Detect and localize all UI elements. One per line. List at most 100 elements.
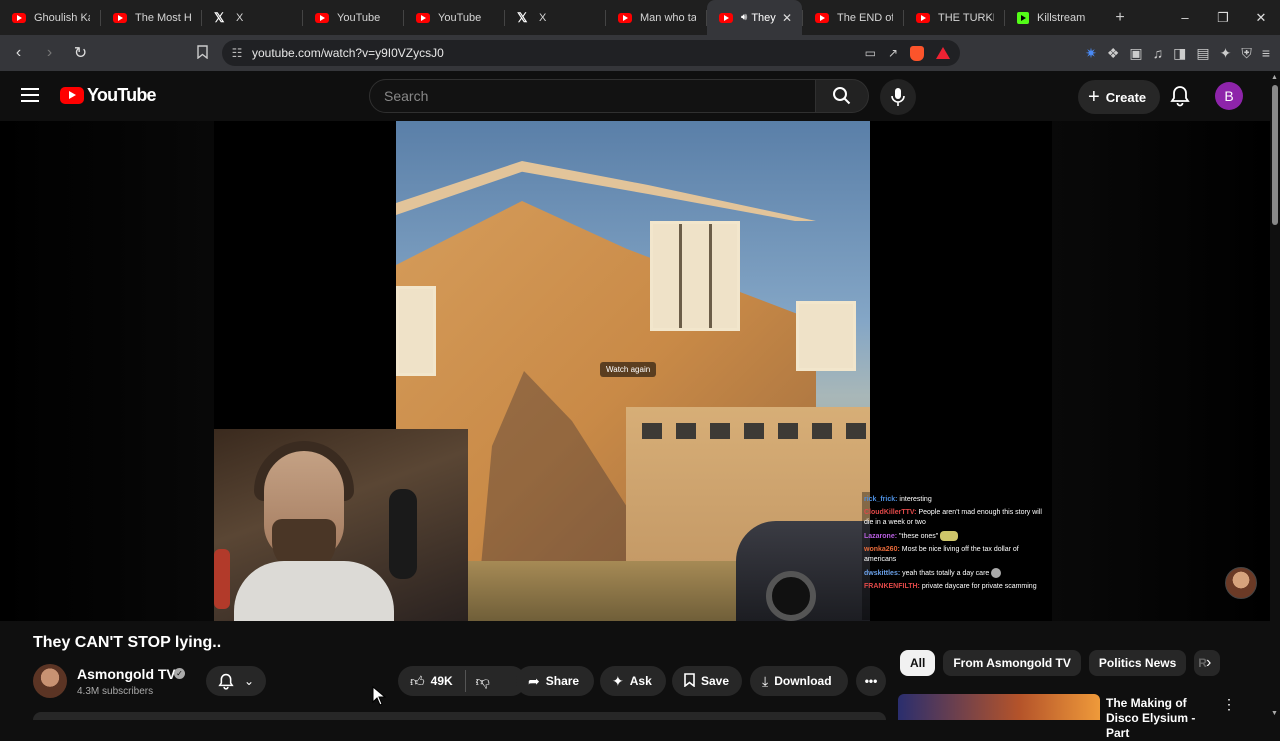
tab-label: THE TURKEY bbox=[938, 11, 994, 24]
more-actions-button[interactable]: ••• bbox=[856, 666, 886, 696]
like-count[interactable]: 49K bbox=[431, 674, 453, 688]
search-input[interactable] bbox=[370, 80, 815, 112]
watch-again-overlay[interactable]: Watch again bbox=[600, 362, 657, 377]
extension-icons: ✷ ❖ ▣ ♫ ◨ ▤ ✦ ⛨ ≡ bbox=[1085, 35, 1270, 71]
ask-label: Ask bbox=[629, 674, 652, 688]
bell-icon bbox=[218, 673, 234, 690]
save-label: Save bbox=[701, 674, 730, 688]
youtube-logo[interactable]: YouTube bbox=[60, 85, 157, 106]
url-text[interactable]: youtube.com/watch?v=y9I0VZycsJ0 bbox=[252, 46, 444, 60]
share-page-icon[interactable]: ↗ bbox=[888, 46, 898, 60]
menu-icon[interactable]: ≡ bbox=[1262, 45, 1270, 61]
chat-username: FRANKENFILTH: bbox=[864, 582, 920, 590]
address-bar[interactable]: ☷ youtube.com/watch?v=y9I0VZycsJ0 ▭ ↗ bbox=[222, 40, 960, 66]
voice-search-button[interactable] bbox=[880, 79, 916, 115]
screenshot-icon[interactable]: ▣ bbox=[1129, 45, 1142, 62]
music-icon[interactable]: ♫ bbox=[1153, 45, 1164, 61]
browser-tab[interactable]: The END of bbox=[803, 0, 903, 35]
more-vertical-icon[interactable]: ⋮ bbox=[1222, 696, 1236, 713]
channel-avatar[interactable] bbox=[33, 664, 67, 698]
thumbs-down-icon[interactable]: 👎︎ bbox=[476, 673, 490, 690]
chat-username: wonka260: bbox=[864, 545, 900, 553]
ask-button[interactable]: ✦ Ask bbox=[600, 666, 666, 696]
restore-button[interactable]: ❐ bbox=[1204, 10, 1242, 26]
scrollbar-thumb[interactable] bbox=[1272, 85, 1278, 225]
leo-icon[interactable]: ✦ bbox=[1220, 45, 1232, 62]
minimize-button[interactable]: – bbox=[1166, 10, 1204, 25]
share-icon: ➦ bbox=[528, 672, 540, 689]
youtube-favicon-icon bbox=[719, 12, 733, 23]
sparkle-icon: ✦ bbox=[612, 672, 624, 689]
account-avatar[interactable]: B bbox=[1215, 82, 1243, 110]
chevron-right-icon[interactable]: › bbox=[1206, 654, 1211, 672]
vpn-icon[interactable]: ⛨ bbox=[1241, 45, 1252, 62]
chat-username: dwskittles: bbox=[864, 569, 901, 577]
browser-tab[interactable]: 𝕏X bbox=[202, 0, 302, 35]
back-button[interactable]: ‹ bbox=[6, 44, 31, 62]
chat-text: "these ones" bbox=[899, 532, 939, 540]
create-button[interactable]: + Create bbox=[1078, 80, 1161, 114]
browser-tab-active[interactable]: 🔊︎ They ✕ bbox=[707, 0, 802, 35]
extension-icon[interactable]: ✷ bbox=[1085, 45, 1097, 62]
filter-chip[interactable]: All bbox=[900, 650, 936, 676]
tab-label: X bbox=[539, 11, 547, 24]
floating-channel-avatar[interactable] bbox=[1225, 567, 1257, 599]
new-tab-button[interactable]: + bbox=[1105, 9, 1135, 27]
speaker-icon[interactable]: 🔊︎ bbox=[741, 12, 747, 23]
browser-tab[interactable]: YouTube bbox=[404, 0, 504, 35]
brave-rewards-icon[interactable] bbox=[936, 47, 950, 59]
install-app-icon[interactable]: ▭ bbox=[865, 46, 876, 60]
browser-tab[interactable]: THE TURKEY bbox=[904, 0, 1004, 35]
channel-name[interactable]: Asmongold TV bbox=[77, 666, 176, 682]
scroll-down-icon[interactable]: ▼ bbox=[1271, 710, 1278, 717]
window-controls: – ❐ ✕ bbox=[1166, 0, 1280, 35]
player-ambient-left bbox=[0, 121, 214, 621]
recommendation-title[interactable]: The Making of Disco Elysium - Part bbox=[1106, 696, 1216, 741]
page-scrollbar[interactable]: ▲ ▼ bbox=[1270, 71, 1280, 720]
reload-button[interactable]: ↻ bbox=[68, 43, 93, 63]
chat-username: CloudKillerTTV: bbox=[864, 509, 917, 516]
chat-message: CloudKillerTTV: People aren't mad enough… bbox=[864, 508, 1050, 528]
chat-text: yeah thats totally a day care bbox=[902, 569, 990, 577]
site-settings-icon[interactable]: ☷ bbox=[222, 46, 252, 60]
notifications-bell-icon[interactable] bbox=[1170, 85, 1190, 112]
browser-tab[interactable]: 𝕏X bbox=[505, 0, 605, 35]
chat-username: Lazarone: bbox=[864, 532, 898, 540]
brave-shields-icon[interactable] bbox=[910, 45, 924, 61]
guide-menu-icon[interactable] bbox=[21, 88, 39, 102]
youtube-favicon-icon bbox=[815, 12, 829, 23]
download-label: Download bbox=[774, 674, 832, 688]
filter-chip[interactable]: From Asmongold TV bbox=[943, 650, 1081, 676]
browser-tab[interactable]: YouTube bbox=[303, 0, 403, 35]
forward-button[interactable]: › bbox=[37, 44, 62, 62]
scroll-up-icon[interactable]: ▲ bbox=[1271, 74, 1278, 81]
download-button[interactable]: ⤓ Download bbox=[750, 666, 848, 696]
wallet-icon[interactable]: ▤ bbox=[1196, 45, 1209, 62]
sidebar-icon[interactable]: ◨ bbox=[1173, 45, 1186, 62]
create-label: Create bbox=[1105, 89, 1147, 105]
filter-chip[interactable]: Politics News bbox=[1088, 650, 1187, 676]
browser-toolbar: ‹ › ↻ ☷ youtube.com/watch?v=y9I0VZycsJ0 … bbox=[0, 35, 1280, 71]
subscription-bell-button[interactable]: ⌄ bbox=[206, 666, 266, 696]
thumbs-up-icon[interactable]: 👍︎ bbox=[410, 673, 425, 690]
bookmark-icon[interactable] bbox=[197, 45, 208, 62]
description-box[interactable] bbox=[33, 712, 886, 720]
puzzle-icon[interactable]: ❖ bbox=[1107, 45, 1120, 62]
close-window-button[interactable]: ✕ bbox=[1242, 10, 1280, 26]
download-icon: ⤓ bbox=[762, 672, 769, 689]
save-button[interactable]: Save bbox=[672, 666, 742, 696]
browser-tab[interactable]: Man who tau bbox=[606, 0, 706, 35]
chat-emote-icon bbox=[940, 531, 959, 541]
video-player[interactable]: Watch again rick_frick: interesting Cloud… bbox=[0, 121, 1270, 621]
browser-tab[interactable]: Ghoulish Kar bbox=[0, 0, 100, 35]
share-button[interactable]: ➦ Share bbox=[516, 666, 594, 696]
recommendation-thumbnail[interactable] bbox=[898, 694, 1100, 720]
share-label: Share bbox=[545, 674, 580, 688]
browser-tab-strip: Ghoulish KarThe Most Ha𝕏XYouTubeYouTube𝕏… bbox=[0, 0, 1280, 35]
browser-tab[interactable]: The Most Ha bbox=[101, 0, 201, 35]
browser-tab[interactable]: Killstream bbox=[1005, 0, 1105, 35]
stream-chat-overlay: rick_frick: interesting CloudKillerTTV: P… bbox=[862, 492, 1052, 620]
search-button[interactable] bbox=[815, 79, 869, 113]
like-dislike-group: 👍︎ 49K 👎︎ bbox=[398, 666, 526, 696]
close-tab-icon[interactable]: ✕ bbox=[782, 11, 792, 25]
